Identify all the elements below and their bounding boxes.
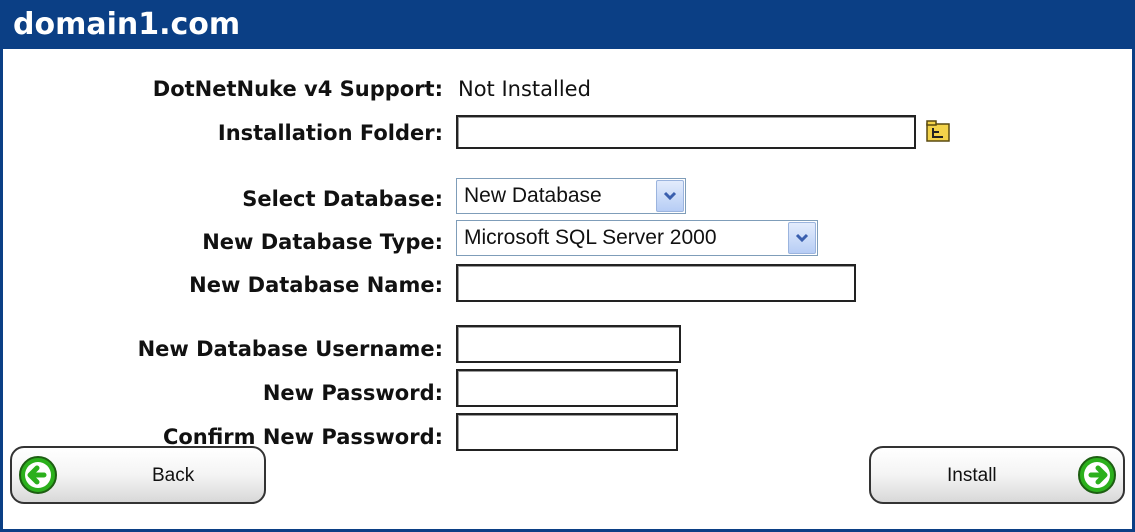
arrow-right-circle-icon: [1078, 456, 1116, 494]
dnn-support-status: Not Installed: [458, 77, 591, 101]
back-button-label: Back: [152, 465, 195, 486]
install-button[interactable]: Install: [869, 446, 1125, 504]
installation-folder-input[interactable]: [456, 115, 916, 149]
install-panel: domain1.com DotNetNuke v4 Support: Not I…: [0, 0, 1135, 532]
back-button[interactable]: Back: [10, 446, 266, 504]
dnn-support-label: DotNetNuke v4 Support:: [152, 77, 443, 101]
database-name-input[interactable]: [456, 264, 856, 302]
panel-title: domain1.com: [3, 3, 1132, 49]
database-username-label: New Database Username:: [137, 337, 443, 361]
select-database-value: New Database: [464, 184, 602, 207]
arrow-left-circle-icon: [19, 456, 57, 494]
folder-browse-icon[interactable]: [926, 120, 950, 142]
select-database-label: Select Database:: [242, 187, 443, 211]
database-username-input[interactable]: [456, 325, 681, 363]
select-database-dropdown[interactable]: New Database: [456, 178, 686, 214]
database-type-dropdown[interactable]: Microsoft SQL Server 2000: [456, 220, 818, 256]
database-name-label: New Database Name:: [189, 273, 443, 297]
password-label: New Password:: [262, 381, 443, 405]
install-button-label: Install: [947, 465, 997, 486]
password-input[interactable]: [456, 369, 678, 407]
chevron-down-icon[interactable]: [788, 222, 816, 254]
installation-folder-label: Installation Folder:: [217, 121, 443, 145]
database-type-label: New Database Type:: [202, 230, 443, 254]
chevron-down-icon[interactable]: [656, 180, 684, 212]
database-type-value: Microsoft SQL Server 2000: [464, 226, 717, 249]
confirm-password-input[interactable]: [456, 413, 678, 451]
